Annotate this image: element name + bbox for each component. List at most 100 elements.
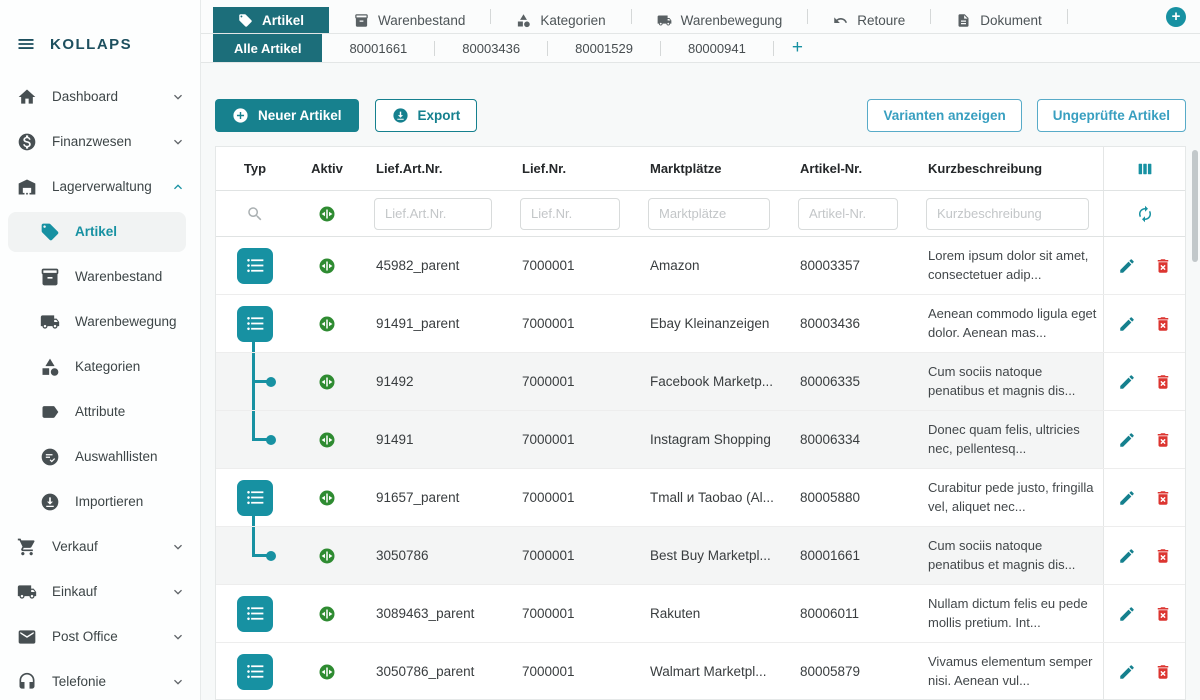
box-icon [40, 267, 60, 287]
artikel-nr-cell: 80006335 [784, 353, 912, 410]
delete-icon[interactable] [1154, 373, 1172, 391]
sidebar-item-auswahllisten[interactable]: Auswahllisten [0, 434, 200, 479]
subtab-article-2[interactable]: 80003436 [435, 34, 547, 62]
tab-kategorien[interactable]: Kategorien [491, 7, 630, 33]
category-icon [516, 13, 531, 28]
sidebar-item-warenbewegung[interactable]: Warenbewegung [0, 299, 200, 344]
add-tab-button[interactable]: + [1166, 7, 1186, 27]
unchecked-articles-button[interactable]: Ungeprüfte Artikel [1037, 99, 1186, 132]
edit-icon[interactable] [1118, 431, 1136, 449]
header-marktplaetze[interactable]: Marktplätze [634, 147, 784, 190]
sidebar-item-attribute[interactable]: Attribute [0, 389, 200, 434]
active-status-icon[interactable] [318, 373, 336, 391]
subtab-article-1[interactable]: 80001661 [322, 34, 434, 62]
refresh-icon[interactable] [1136, 205, 1154, 223]
delete-icon[interactable] [1154, 663, 1172, 681]
delete-icon[interactable] [1154, 605, 1172, 623]
active-status-icon[interactable] [318, 605, 336, 623]
header-aktiv[interactable]: Aktiv [294, 147, 360, 190]
active-status-icon[interactable] [318, 663, 336, 681]
active-status-icon[interactable] [318, 489, 336, 507]
sidebar-item-dashboard[interactable]: Dashboard [0, 74, 200, 119]
add-article-tab-button[interactable]: + [774, 34, 821, 62]
delete-icon[interactable] [1154, 431, 1172, 449]
active-status-icon[interactable] [318, 547, 336, 565]
list-icon [245, 313, 266, 334]
article-type-button[interactable] [237, 480, 273, 516]
sidebar-item-label: Lagerverwaltung [52, 179, 170, 194]
tree-connector-dot [266, 435, 276, 445]
delete-icon[interactable] [1154, 315, 1172, 333]
delete-icon[interactable] [1154, 257, 1172, 275]
typ-cell [216, 295, 294, 352]
article-type-button[interactable] [237, 654, 273, 690]
subtab-alle-artikel[interactable]: Alle Artikel [213, 34, 322, 62]
filter-marktplaetze-input[interactable] [648, 198, 770, 230]
tab-dokument[interactable]: Dokument [931, 7, 1067, 33]
sidebar-item-warenbestand[interactable]: Warenbestand [0, 254, 200, 299]
delete-icon[interactable] [1154, 547, 1172, 565]
tab-warenbestand[interactable]: Warenbestand [329, 7, 490, 33]
tab-label: Dokument [980, 13, 1042, 28]
sidebar-item-label: Dashboard [52, 89, 170, 104]
header-typ[interactable]: Typ [216, 147, 294, 190]
import-circle-icon [40, 492, 60, 512]
header-kurzbeschreibung[interactable]: Kurzbeschreibung [912, 147, 1103, 190]
sidebar-item-lagerverwaltung[interactable]: Lagerverwaltung [0, 164, 200, 209]
main-area: Artikel Warenbestand Kategorien Warenbew… [201, 0, 1200, 700]
subtab-label: 80001529 [575, 41, 633, 56]
tree-connector-dot [266, 377, 276, 387]
filter-lief-art-nr-input[interactable] [374, 198, 492, 230]
typ-cell [216, 527, 294, 584]
filter-aktiv[interactable] [294, 191, 360, 236]
sidebar-item-einkauf[interactable]: Einkauf [0, 569, 200, 614]
edit-icon[interactable] [1118, 373, 1136, 391]
sidebar-item-kategorien[interactable]: Kategorien [0, 344, 200, 389]
lief-nr-cell: 7000001 [506, 585, 634, 642]
active-status-icon[interactable] [318, 257, 336, 275]
show-variants-button[interactable]: Varianten anzeigen [867, 99, 1021, 132]
subtab-article-4[interactable]: 80000941 [661, 34, 773, 62]
header-artikel-nr[interactable]: Artikel-Nr. [784, 147, 912, 190]
export-button[interactable]: Export [375, 99, 478, 132]
view-columns-icon[interactable] [1136, 160, 1154, 178]
filter-lief-nr-input[interactable] [520, 198, 620, 230]
scrollbar-thumb[interactable] [1192, 150, 1198, 262]
sidebar-item-verkauf[interactable]: Verkauf [0, 524, 200, 569]
tab-retoure[interactable]: Retoure [808, 7, 930, 33]
sidebar-item-importieren[interactable]: Importieren [0, 479, 200, 524]
logo-row: KOLLAPS [0, 0, 200, 74]
edit-icon[interactable] [1118, 315, 1136, 333]
list-circle-icon [40, 447, 60, 467]
lief-art-nr-cell: 91657_parent [360, 469, 506, 526]
new-article-button[interactable]: Neuer Artikel [215, 99, 359, 132]
tab-artikel[interactable]: Artikel [213, 7, 329, 33]
subtab-article-3[interactable]: 80001529 [548, 34, 660, 62]
filter-typ[interactable] [216, 191, 294, 236]
filter-artikel-nr-input[interactable] [798, 198, 898, 230]
active-status-icon[interactable] [318, 315, 336, 333]
edit-icon[interactable] [1118, 663, 1136, 681]
sidebar-item-telefonie[interactable]: Telefonie [0, 659, 200, 700]
delete-icon[interactable] [1154, 489, 1172, 507]
sidebar-item-label: Artikel [75, 224, 186, 239]
sidebar-item-post-office[interactable]: Post Office [0, 614, 200, 659]
header-lief-art-nr[interactable]: Lief.Art.Nr. [360, 147, 506, 190]
article-type-button[interactable] [237, 596, 273, 632]
sidebar-item-finanzwesen[interactable]: Finanzwesen [0, 119, 200, 164]
article-type-button[interactable] [237, 306, 273, 342]
edit-icon[interactable] [1118, 547, 1136, 565]
edit-icon[interactable] [1118, 257, 1136, 275]
edit-icon[interactable] [1118, 489, 1136, 507]
edit-icon[interactable] [1118, 605, 1136, 623]
aktiv-cell [294, 237, 360, 294]
tab-warenbewegung[interactable]: Warenbewegung [632, 7, 808, 33]
active-status-icon[interactable] [318, 431, 336, 449]
menu-icon[interactable] [16, 34, 36, 54]
sidebar-item-artikel[interactable]: Artikel [0, 209, 200, 254]
lief-nr-cell: 7000001 [506, 643, 634, 700]
article-type-button[interactable] [237, 248, 273, 284]
filter-kurzbeschreibung-input[interactable] [926, 198, 1089, 230]
header-lief-nr[interactable]: Lief.Nr. [506, 147, 634, 190]
table-row: 91492 7000001 Facebook Marketp... 800063… [216, 353, 1185, 411]
